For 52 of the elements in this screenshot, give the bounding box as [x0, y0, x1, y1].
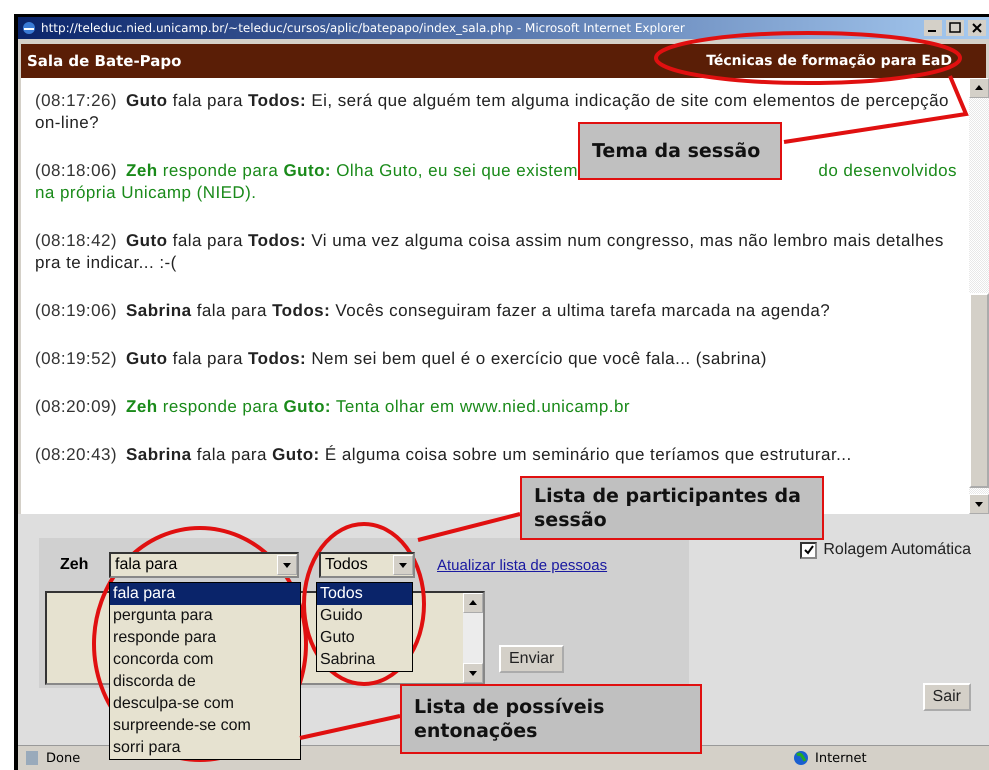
scroll-down-icon[interactable]: [393, 555, 413, 575]
chat-message: (08:19:52) Guto fala para Todos: Nem sei bem quel é o exercício que você fala... (sabrina): [35, 348, 767, 370]
callout-label: Tema da sessão: [578, 122, 782, 180]
close-icon[interactable]: [968, 20, 986, 36]
intonation-select[interactable]: fala para: [109, 552, 299, 578]
menu-option[interactable]: desculpa-se com: [110, 693, 300, 715]
auto-scroll-checkbox[interactable]: Rolagem Automática: [800, 541, 971, 559]
chat-message: (08:18:42) Guto fala para Todos: Vi uma vez alguma coisa assim num congresso, mas não lembro mais detalhes: [35, 230, 944, 252]
menu-option[interactable]: Guto: [317, 627, 412, 649]
menu-option[interactable]: Guido: [317, 605, 412, 627]
send-button[interactable]: Enviar: [499, 645, 564, 673]
chat-message: (08:17:26) Guto fala para Todos: Ei, será que alguém tem alguma indicação de site com elementos de percepção: [35, 90, 949, 112]
chat-message: na própria Unicamp (NIED).: [35, 182, 256, 204]
globe-icon: [793, 750, 809, 766]
callout-label: Lista de participantes da sessão: [520, 476, 824, 540]
exit-button[interactable]: Sair: [922, 683, 971, 711]
scroll-up-icon[interactable]: [969, 78, 989, 98]
scroll-down-icon[interactable]: [277, 555, 297, 575]
chat-message: do desenvolvidos: [818, 160, 957, 182]
menu-option[interactable]: concorda com: [110, 649, 300, 671]
scrollbar[interactable]: [969, 78, 989, 514]
menu-option[interactable]: fala para: [110, 583, 300, 605]
checkmark-icon: [804, 545, 814, 555]
chat-message: (08:20:43) Sabrina fala para Guto: É alguma coisa sobre um seminário que teríamos que estruturar...: [35, 444, 852, 466]
menu-option[interactable]: responde para: [110, 627, 300, 649]
scroll-up-icon[interactable]: [463, 593, 483, 613]
refresh-link[interactable]: Atualizar lista de pessoas: [437, 556, 608, 574]
chat-message: on-line?: [35, 112, 100, 134]
status-text: Done: [18, 748, 86, 768]
callout-label: Lista de possíveis entonações: [400, 684, 702, 754]
chat-message: (08:20:09) Zeh responde para Guto: Tenta olhar em www.nied.unicamp.br: [35, 396, 630, 418]
recipient-select[interactable]: Todos: [319, 552, 415, 578]
user-name: Zeh: [59, 556, 90, 574]
menu-option[interactable]: Todos: [317, 583, 412, 605]
menu-option[interactable]: surpreende-se com: [110, 715, 300, 737]
chat-message: (08:18:06) Zeh responde para Guto: Olha Guto, eu sei que existem: [35, 160, 578, 182]
window-title: http://teleduc.nied.unicamp.br/~teleduc/cursos/aplic/batepapo/index_sala.php - Microsoft Internet Explorer: [41, 21, 686, 35]
room-title: Sala de Bate-Papo: [27, 52, 182, 70]
minimize-icon[interactable]: [924, 20, 942, 36]
zone-text: Internet: [787, 748, 989, 768]
chat-message: (08:19:06) Sabrina fala para Todos: Vocês conseguiram fazer a ultima tarefa marcada na agenda?: [35, 300, 830, 322]
scroll-down-icon[interactable]: [969, 494, 989, 514]
menu-option[interactable]: Sabrina: [317, 649, 412, 671]
menu-option[interactable]: pergunta para: [110, 605, 300, 627]
page-icon: [24, 750, 40, 766]
menu-option[interactable]: sorri para: [110, 737, 300, 759]
chat-message: pra te indicar... :-(: [35, 252, 177, 274]
scroll-down-icon[interactable]: [463, 663, 483, 683]
browser-icon: [21, 20, 37, 36]
menu-option[interactable]: discorda de: [110, 671, 300, 693]
maximize-icon[interactable]: [946, 20, 964, 36]
session-topic: Técnicas de formação para EaD: [706, 53, 952, 69]
